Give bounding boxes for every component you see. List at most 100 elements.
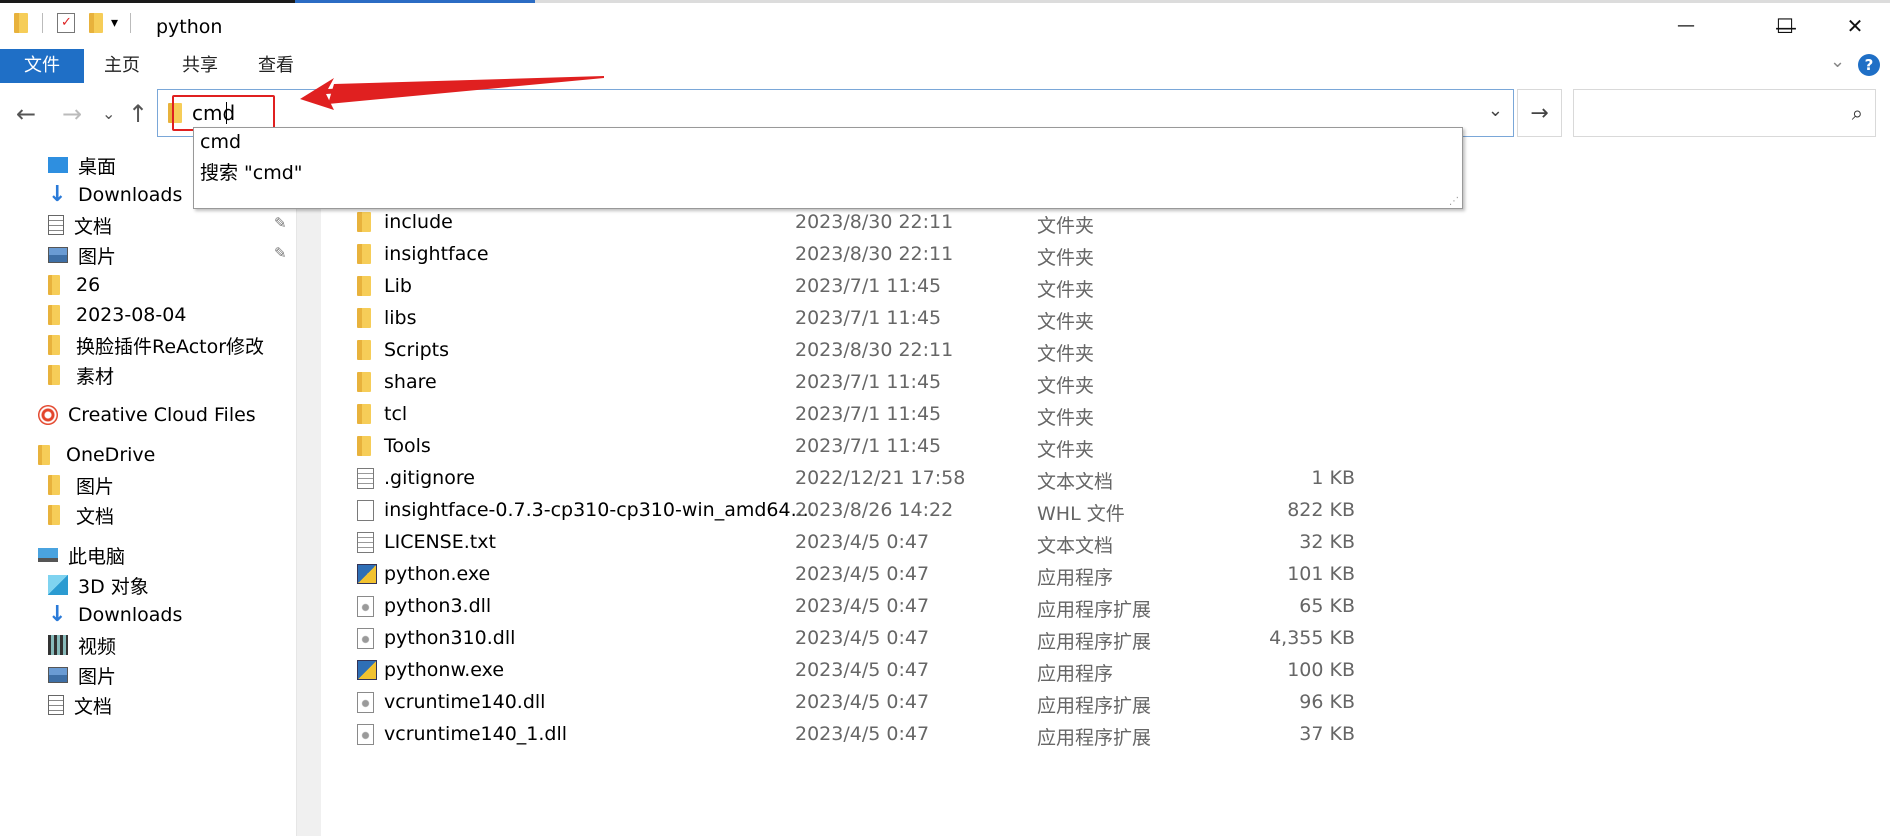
file-size: 101 KB: [1287, 563, 1355, 585]
pin-icon[interactable]: ✎: [274, 244, 287, 262]
sidebar-item[interactable]: ↓ Downloads: [48, 180, 182, 210]
sidebar-item-label: OneDrive: [66, 444, 156, 466]
recent-locations-button[interactable]: ⌄: [102, 104, 115, 123]
text-file-icon: [357, 468, 374, 494]
file-row[interactable]: include 2023/8/30 22:11 文件夹: [321, 206, 1461, 238]
address-dropdown-icon[interactable]: ⌄: [1488, 100, 1503, 121]
sidebar-item-label: 26: [76, 274, 101, 296]
file-type: 应用程序扩展: [1037, 631, 1152, 653]
file-row[interactable]: share 2023/7/1 11:45 文件夹: [321, 366, 1461, 398]
folder-icon: [48, 335, 60, 355]
sidebar-item[interactable]: 文档: [48, 210, 112, 240]
file-row[interactable]: python3.dll 2023/4/5 0:47 应用程序扩展 65 KB: [321, 590, 1461, 622]
file-type: WHL 文件: [1037, 503, 1125, 525]
suggestion-item[interactable]: 搜索 "cmd": [200, 158, 303, 185]
sidebar-item[interactable]: 2023-08-04: [48, 300, 186, 330]
properties-check-icon[interactable]: ✓: [57, 13, 75, 33]
forward-button[interactable]: →: [62, 100, 82, 128]
file-name: include: [384, 211, 453, 233]
search-icon[interactable]: ⌕: [1852, 101, 1863, 125]
maximize-button[interactable]: ☐: [1750, 3, 1820, 48]
file-size: 100 KB: [1287, 659, 1355, 681]
minimize-button[interactable]: —: [1651, 3, 1721, 48]
back-button[interactable]: ←: [16, 100, 36, 128]
sidebar-item-label: 素材: [76, 365, 115, 388]
sidebar-item[interactable]: 图片: [48, 470, 114, 500]
document-icon: [48, 215, 64, 235]
sidebar-item[interactable]: 换脸插件ReActor修改: [48, 330, 264, 360]
sidebar-item[interactable]: 文档: [48, 500, 114, 530]
sidebar-item[interactable]: 桌面: [48, 150, 116, 180]
ribbon-expand-icon[interactable]: ⌄: [1830, 51, 1845, 72]
folder-icon: [48, 365, 60, 385]
folder-icon: [48, 275, 60, 295]
file-date: 2022/12/21 17:58: [795, 467, 966, 489]
folder-icon: [357, 372, 371, 397]
close-button[interactable]: ✕: [1820, 3, 1890, 48]
file-row[interactable]: tcl 2023/7/1 11:45 文件夹: [321, 398, 1461, 430]
file-row[interactable]: vcruntime140.dll 2023/4/5 0:47 应用程序扩展 96 KB: [321, 686, 1461, 718]
sidebar-item[interactable]: 文档: [48, 690, 112, 720]
file-row[interactable]: .gitignore 2022/12/21 17:58 文本文档 1 KB: [321, 462, 1461, 494]
picture-icon: [48, 667, 68, 683]
file-type: 文件夹: [1037, 407, 1095, 429]
folder-icon: [48, 505, 60, 525]
sidebar-item[interactable]: Creative Cloud Files: [38, 400, 256, 430]
new-folder-icon[interactable]: [89, 13, 103, 33]
file-row[interactable]: Tools 2023/7/1 11:45 文件夹: [321, 430, 1461, 462]
file-row[interactable]: pythonw.exe 2023/4/5 0:47 应用程序 100 KB: [321, 654, 1461, 686]
search-input[interactable]: ⌕: [1573, 89, 1876, 137]
sidebar-item[interactable]: 26: [48, 270, 100, 300]
file-row[interactable]: LICENSE.txt 2023/4/5 0:47 文本文档 32 KB: [321, 526, 1461, 558]
file-row[interactable]: libs 2023/7/1 11:45 文件夹: [321, 302, 1461, 334]
folder-icon: [357, 404, 371, 429]
tab-view[interactable]: 查看: [246, 49, 306, 83]
file-name: python3.dll: [384, 595, 492, 617]
pin-icon[interactable]: ✎: [274, 214, 287, 232]
sidebar-item[interactable]: 此电脑: [38, 540, 125, 570]
file-name: insightface: [384, 243, 489, 265]
tab-file[interactable]: 文件: [0, 49, 84, 83]
qat-divider: [42, 13, 43, 33]
file-date: 2023/7/1 11:45: [795, 403, 942, 425]
qat-dropdown-icon[interactable]: ▾: [111, 15, 118, 31]
sidebar-item[interactable]: 图片: [48, 240, 116, 270]
folder-icon: [48, 305, 60, 325]
window-title: python: [156, 16, 223, 38]
sidebar-item[interactable]: ↓ Downloads: [48, 600, 182, 630]
file-row[interactable]: Lib 2023/7/1 11:45 文件夹: [321, 270, 1461, 302]
file-row[interactable]: Scripts 2023/8/30 22:11 文件夹: [321, 334, 1461, 366]
file-type: 应用程序扩展: [1037, 599, 1152, 621]
help-icon[interactable]: ?: [1858, 54, 1880, 76]
resize-grip-icon[interactable]: ⋰: [1449, 196, 1459, 207]
sidebar-item-label: 文档: [74, 215, 113, 238]
sidebar-item[interactable]: 素材: [48, 360, 114, 390]
sidebar-item[interactable]: 图片: [48, 660, 116, 690]
file-date: 2023/4/5 0:47: [795, 595, 930, 617]
file-row[interactable]: vcruntime140_1.dll 2023/4/5 0:47 应用程序扩展 37 …: [321, 718, 1461, 750]
ribbon-tabs: 文件 主页 共享 查看 ⌄ ?: [0, 49, 1890, 83]
sidebar-item-label: 文档: [74, 695, 113, 718]
up-button[interactable]: ↑: [128, 100, 148, 128]
go-button[interactable]: →: [1517, 89, 1562, 137]
sidebar-item[interactable]: 视频: [48, 630, 116, 660]
annotation-highlight-box: [172, 95, 275, 131]
file-row[interactable]: insightface 2023/8/30 22:11 文件夹: [321, 238, 1461, 270]
pane-splitter[interactable]: [296, 142, 321, 836]
tab-home[interactable]: 主页: [92, 49, 152, 83]
sidebar-item-label: 图片: [76, 475, 115, 498]
quick-access-toolbar: ✓ ▾: [14, 13, 132, 33]
3d-objects-icon: [48, 575, 68, 595]
sidebar-item[interactable]: 3D 对象: [48, 570, 149, 600]
file-type: 应用程序: [1037, 663, 1114, 685]
file-row[interactable]: insightface-0.7.3-cp310-cp310-win_amd64.…: [321, 494, 1461, 526]
file-type: 应用程序扩展: [1037, 695, 1152, 717]
sidebar-item[interactable]: OneDrive: [38, 440, 155, 470]
file-row[interactable]: python.exe 2023/4/5 0:47 应用程序 101 KB: [321, 558, 1461, 590]
tab-share[interactable]: 共享: [170, 49, 230, 83]
dll-file-icon: [357, 628, 374, 654]
suggestion-item[interactable]: cmd: [200, 131, 241, 153]
file-row[interactable]: python310.dll 2023/4/5 0:47 应用程序扩展 4,355 KB: [321, 622, 1461, 654]
folder-icon: [38, 445, 50, 465]
file-date: 2023/4/5 0:47: [795, 659, 930, 681]
